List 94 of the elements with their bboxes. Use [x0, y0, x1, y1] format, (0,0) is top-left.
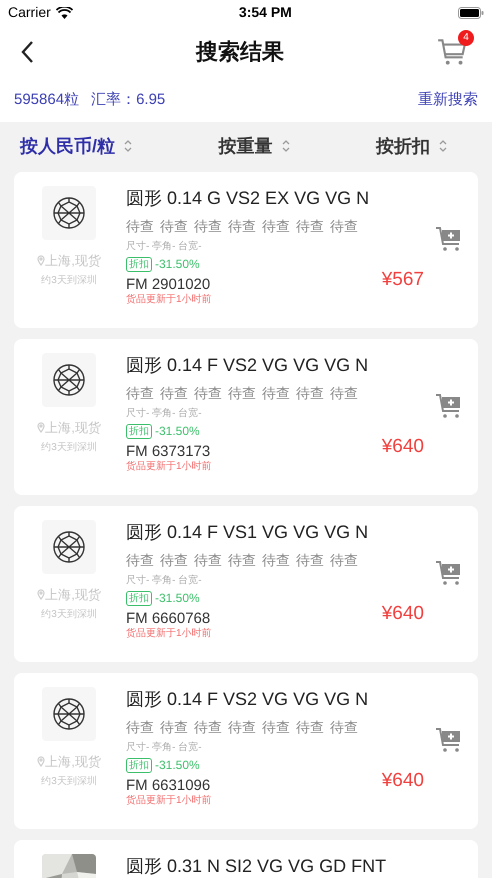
- check-status: 待查: [194, 718, 222, 737]
- check-status: 待查: [194, 551, 222, 570]
- sort-tab[interactable]: 按折扣: [376, 132, 430, 160]
- check-status: 待查: [330, 384, 358, 403]
- update-note: 货品更新于1小时前: [126, 795, 212, 807]
- diamond-title: 圆形 0.14 G VS2 EX VG VG N: [126, 187, 370, 210]
- check-status: 待查: [262, 217, 290, 236]
- diamond-title: 圆形 0.31 N SI2 VG VG GD FNT: [126, 855, 388, 878]
- check-status: 待查: [194, 217, 222, 236]
- location-pin-icon: [37, 589, 46, 600]
- result-card[interactable]: 上海,现货 约3天到深圳 圆形 0.14 G VS2 EX VG VG N 待查 待查 待查 待查 待查 待查 待查 尺寸- 亭角- 台宽- 折扣 -31.50% FM 2901020 货品更新于1小时前 ¥567: [14, 172, 478, 328]
- sort-icon: [280, 139, 290, 153]
- stock-code: FM 6631096: [126, 776, 212, 794]
- result-count: 595864粒: [14, 90, 80, 110]
- sort-tab[interactable]: 按人民币/粒: [20, 132, 116, 160]
- price: ¥640: [382, 434, 424, 458]
- check-status: 待查: [126, 551, 154, 570]
- check-status: 待查: [160, 551, 188, 570]
- check-status: 待查: [228, 551, 256, 570]
- result-card[interactable]: 上海,现货 约3天到深圳 圆形 0.14 F VS1 VG VG VG N 待查 待查 待查 待查 待查 待查 待查 尺寸- 亭角- 台宽- 折扣 -31.50% FM 6660768 货品更新于1小时前 ¥640: [14, 506, 478, 662]
- check-status: 待查: [296, 551, 324, 570]
- cart-badge: 4: [458, 30, 474, 46]
- check-status: 待查: [262, 384, 290, 403]
- specs-text: 尺寸- 亭角- 台宽-: [126, 406, 203, 421]
- check-status: 待查: [330, 551, 358, 570]
- delivery-text: 约3天到深圳: [41, 608, 97, 622]
- check-status: 待查: [126, 217, 154, 236]
- discount-tag: 折扣: [126, 424, 152, 438]
- diamond-icon: [52, 363, 86, 397]
- check-status: 待查: [126, 718, 154, 737]
- check-status: 待查: [296, 718, 324, 737]
- check-status: 待查: [296, 384, 324, 403]
- carrier-text: Carrier: [8, 3, 51, 22]
- diamond-title: 圆形 0.14 F VS2 VG VG VG N: [126, 354, 370, 377]
- delivery-text: 约3天到深圳: [41, 440, 97, 454]
- diamond-icon: [52, 196, 86, 230]
- sort-icon: [123, 139, 134, 153]
- stock-code: FM 6660768: [126, 609, 212, 628]
- check-status: 待查: [126, 384, 154, 403]
- diamond-icon: [52, 530, 86, 564]
- price: ¥640: [382, 602, 424, 626]
- specs-text: 尺寸- 亭角- 台宽-: [126, 240, 203, 254]
- location-text: 上海,现货: [45, 419, 101, 437]
- location-pin-icon: [37, 756, 46, 768]
- check-status: 待查: [296, 217, 324, 236]
- location-text: 上海,现货: [45, 252, 101, 270]
- delivery-text: 约3天到深圳: [41, 774, 97, 788]
- discount-tag: 折扣: [126, 758, 152, 772]
- wifi-icon: [56, 6, 73, 18]
- result-card[interactable]: 上海,现货 约3天到深圳 圆形 0.14 F VS2 VG VG VG N 待查 待查 待查 待查 待查 待查 待查 尺寸- 亭角- 台宽- 折扣 -31.50% FM 6631096 货品更新于1小时前 ¥640: [14, 673, 478, 829]
- clock-text: 3:54 PM: [238, 3, 292, 22]
- discount-tag: 折扣: [126, 590, 152, 606]
- check-status: 待查: [228, 217, 256, 236]
- result-card[interactable]: 圆形 0.31 N SI2 VG VG GD FNT: [14, 840, 478, 878]
- check-status: 待查: [262, 718, 290, 737]
- check-status: 待查: [330, 718, 358, 737]
- back-icon: [20, 40, 34, 64]
- update-note: 货品更新于1小时前: [126, 294, 212, 306]
- price: ¥640: [382, 768, 424, 792]
- check-status: 待查: [228, 384, 256, 403]
- discount-text: -31.50%: [155, 590, 200, 607]
- stock-code: FM 2901020: [126, 275, 212, 294]
- exchange-rate: 汇率：6.95: [91, 90, 166, 110]
- diamond-title: 圆形 0.14 F VS2 VG VG VG N: [126, 688, 370, 711]
- location-text: 上海,现货: [45, 753, 101, 771]
- page-title: 搜索结果: [196, 38, 284, 66]
- discount-text: -31.50%: [155, 256, 200, 273]
- stock-code: FM 6373173: [126, 442, 212, 460]
- update-note: 货品更新于1小时前: [126, 461, 212, 473]
- check-status: 待查: [330, 217, 358, 236]
- update-note: 货品更新于1小时前: [126, 628, 212, 640]
- battery-icon: [458, 6, 484, 18]
- check-status: 待查: [262, 551, 290, 570]
- delivery-text: 约3天到深圳: [41, 274, 97, 288]
- search-again-link[interactable]: 重新搜索: [418, 88, 478, 112]
- check-status: 待查: [160, 217, 188, 236]
- discount-text: -31.50%: [155, 757, 200, 774]
- price: ¥567: [382, 268, 424, 292]
- diamond-icon: [52, 697, 86, 731]
- specs-text: 尺寸- 亭角- 台宽-: [126, 740, 203, 755]
- specs-text: 尺寸- 亭角- 台宽-: [126, 574, 203, 588]
- diamond-title: 圆形 0.14 F VS1 VG VG VG N: [126, 521, 370, 544]
- location-text: 上海,现货: [45, 586, 101, 604]
- check-status: 待查: [160, 718, 188, 737]
- result-card[interactable]: 上海,现货 约3天到深圳 圆形 0.14 F VS2 VG VG VG N 待查 待查 待查 待查 待查 待查 待查 尺寸- 亭角- 台宽- 折扣 -31.50% FM 6373173 货品更新于1小时前 ¥640: [14, 339, 478, 495]
- location-pin-icon: [37, 255, 46, 266]
- check-status: 待查: [194, 384, 222, 403]
- discount-text: -31.50%: [155, 423, 200, 440]
- discount-tag: 折扣: [126, 256, 152, 272]
- check-status: 待查: [228, 718, 256, 737]
- location-pin-icon: [37, 422, 46, 434]
- check-status: 待查: [160, 384, 188, 403]
- sort-tab[interactable]: 按重量: [218, 132, 272, 160]
- sort-icon: [438, 139, 448, 153]
